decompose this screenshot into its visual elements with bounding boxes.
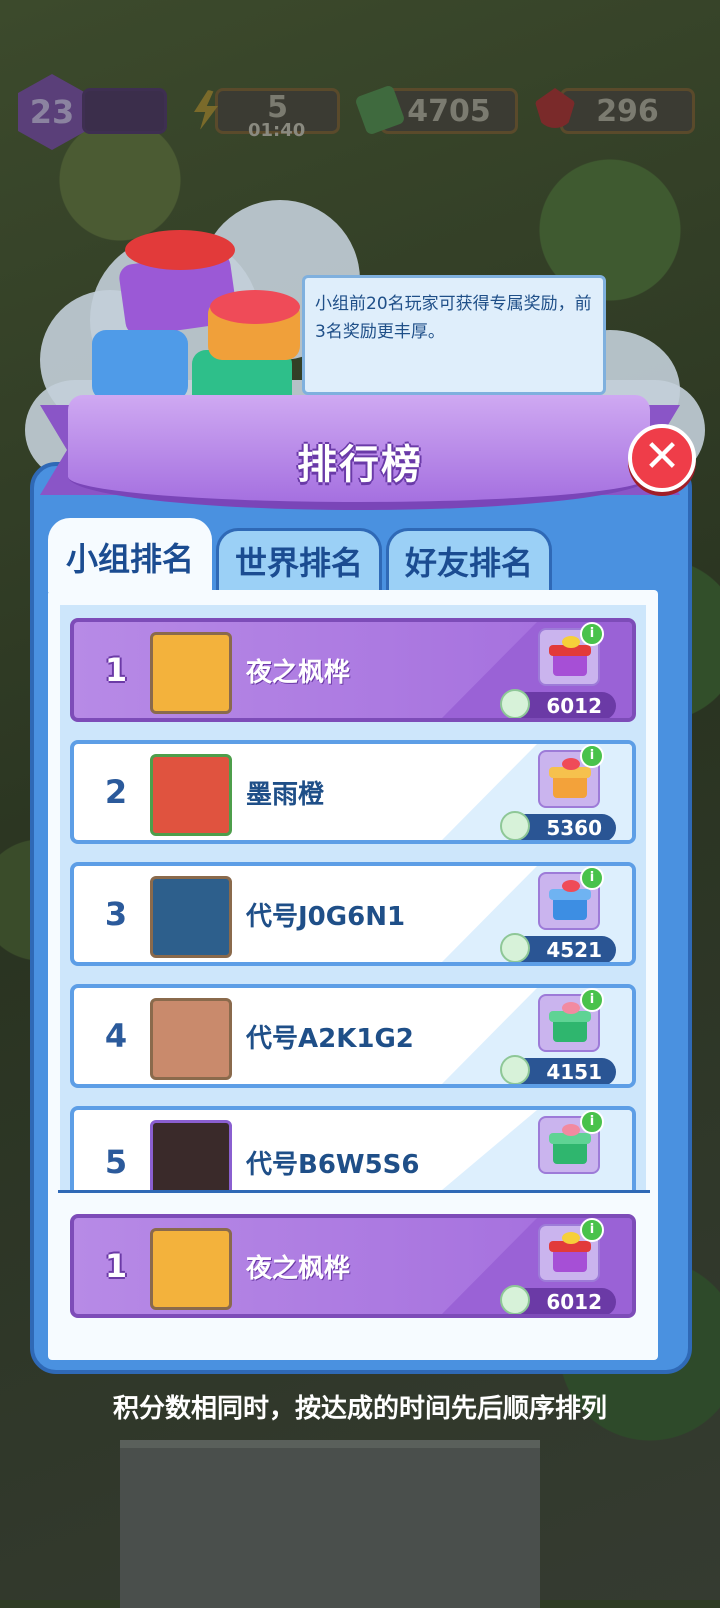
page-title: 排行榜 — [297, 442, 423, 488]
energy-timer: 01:40 — [248, 120, 306, 141]
tab-world-ranking[interactable]: 世界排名 — [216, 528, 382, 590]
rank-number: 5 — [104, 1143, 128, 1181]
reward-tooltip-text: 小组前20名玩家可获得专属奖励，前3名奖励更丰厚。 — [315, 294, 592, 342]
gift-bow — [562, 636, 580, 648]
ranking-row[interactable]: 5 代号B6W5S6 i — [70, 1106, 636, 1190]
ranking-row[interactable]: 2 墨雨橙 i 5360 — [70, 740, 636, 844]
gem-counter[interactable]: 296 — [560, 88, 695, 134]
tie-break-note: 积分数相同时，按达成的时间先后顺序排列 — [112, 1394, 607, 1424]
gift-bow — [562, 758, 580, 770]
player-name: 夜之枫桦 — [246, 1253, 351, 1284]
reward-tooltip: 小组前20名玩家可获得专属奖励，前3名奖励更丰厚。 — [302, 275, 606, 395]
info-icon[interactable]: i — [580, 1218, 604, 1242]
score-badge: 4521 — [500, 933, 616, 962]
leaf-icon — [500, 689, 530, 718]
player-name: 代号J0G6N1 — [246, 901, 406, 932]
gift-bow-pink — [210, 290, 300, 324]
close-button[interactable]: ✕ — [628, 424, 696, 492]
score-badge: 6012 — [500, 689, 616, 718]
leaf-icon — [500, 1055, 530, 1084]
player-name: 代号A2K1G2 — [246, 1023, 414, 1054]
score-value: 5360 — [546, 816, 602, 840]
my-ranking-row[interactable]: 1 夜之枫桦 i 6012 — [70, 1214, 636, 1318]
player-name: 夜之枫桦 — [246, 657, 351, 688]
gift-bow — [562, 1232, 580, 1244]
reward-gift-button[interactable]: i — [538, 622, 604, 686]
player-name: 墨雨橙 — [246, 779, 325, 810]
gem-value: 296 — [596, 93, 659, 129]
avatar[interactable] — [150, 632, 232, 714]
ranking-row[interactable]: 1 夜之枫桦 i 6012 — [70, 618, 636, 722]
tab-label: 好友排名 — [404, 543, 533, 582]
close-icon: ✕ — [643, 431, 681, 482]
score-badge: 4151 — [500, 1055, 616, 1084]
level-progress-bar — [82, 88, 167, 134]
rank-number: 1 — [104, 651, 128, 689]
gift-bow — [562, 1124, 580, 1136]
rank-number: 1 — [104, 1247, 128, 1285]
reward-gift-button[interactable]: i — [538, 744, 604, 808]
list-divider — [58, 1190, 650, 1193]
score-value: 4151 — [546, 1060, 602, 1084]
ranking-row[interactable]: 3 代号J0G6N1 i 4521 — [70, 862, 636, 966]
score-value: 4521 — [546, 938, 602, 962]
gift-box-blue — [92, 330, 188, 400]
reward-gift-button[interactable]: i — [538, 1110, 604, 1174]
reward-gift-button[interactable]: i — [538, 866, 604, 930]
info-icon[interactable]: i — [580, 1110, 604, 1134]
player-name: 代号B6W5S6 — [246, 1149, 420, 1180]
leaf-icon — [500, 811, 530, 840]
cash-value: 4705 — [407, 93, 491, 129]
info-icon[interactable]: i — [580, 744, 604, 768]
info-icon[interactable]: i — [580, 866, 604, 890]
avatar[interactable] — [150, 998, 232, 1080]
rank-number: 4 — [104, 1017, 128, 1055]
score-badge: 6012 — [500, 1285, 616, 1314]
info-icon[interactable]: i — [580, 988, 604, 1012]
gift-bow — [562, 880, 580, 892]
info-icon[interactable]: i — [580, 622, 604, 646]
rank-number: 2 — [104, 773, 128, 811]
avatar[interactable] — [150, 1228, 232, 1310]
leaf-icon — [500, 1285, 530, 1314]
score-badge: 5360 — [500, 811, 616, 840]
score-value: 6012 — [546, 694, 602, 718]
reward-gift-button[interactable]: i — [538, 1218, 604, 1282]
reward-gift-button[interactable]: i — [538, 988, 604, 1052]
tab-friend-ranking[interactable]: 好友排名 — [386, 528, 552, 590]
avatar[interactable] — [150, 876, 232, 958]
gift-bow-red — [125, 230, 235, 270]
gift-bow — [562, 1002, 580, 1014]
level-value: 23 — [29, 93, 75, 131]
score-value: 6012 — [546, 1290, 602, 1314]
ranking-row[interactable]: 4 代号A2K1G2 i 4151 — [70, 984, 636, 1088]
avatar[interactable] — [150, 1120, 232, 1190]
leaf-icon — [500, 933, 530, 962]
rank-number: 3 — [104, 895, 128, 933]
tab-label: 小组排名 — [65, 539, 194, 578]
avatar[interactable] — [150, 754, 232, 836]
tab-label: 世界排名 — [234, 543, 363, 582]
tab-group-ranking[interactable]: 小组排名 — [48, 518, 212, 592]
background-wall — [120, 1440, 540, 1608]
